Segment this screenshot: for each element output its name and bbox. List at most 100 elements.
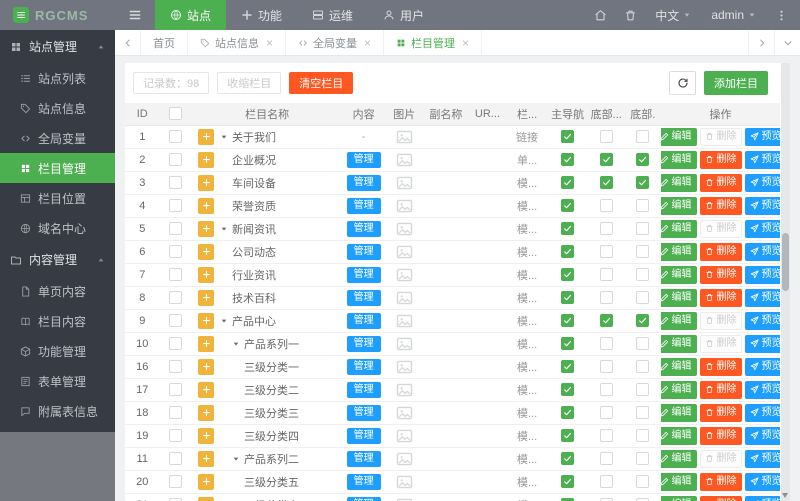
main-nav-checkbox[interactable]	[561, 337, 575, 350]
main-nav-checkbox[interactable]	[561, 153, 575, 166]
user-dropdown[interactable]: admin	[701, 0, 766, 30]
footer-nav-checkbox[interactable]	[599, 222, 613, 235]
sidebar-item[interactable]: 域名中心	[0, 213, 115, 243]
footer-checkbox[interactable]	[636, 337, 650, 350]
more-vertical-icon[interactable]	[766, 0, 796, 30]
tab-close-icon[interactable]: ×	[266, 37, 273, 49]
footer-nav-checkbox[interactable]	[599, 245, 613, 258]
main-nav-checkbox[interactable]	[561, 314, 575, 327]
nav-item-server[interactable]: 运维	[297, 0, 368, 30]
main-nav-checkbox[interactable]	[561, 475, 575, 488]
footer-checkbox[interactable]	[636, 406, 650, 419]
sidebar-item[interactable]: 栏目管理	[0, 153, 115, 183]
preview-button[interactable]: 预览	[744, 495, 780, 501]
footer-checkbox[interactable]	[636, 314, 650, 327]
delete-button[interactable]: 删除	[699, 426, 742, 445]
edit-button[interactable]: 编辑	[661, 150, 697, 169]
preview-button[interactable]: 预览	[744, 196, 780, 215]
edit-button[interactable]: 编辑	[661, 334, 697, 353]
hamburger-icon[interactable]	[115, 0, 155, 30]
delete-button[interactable]: 删除	[699, 403, 742, 422]
add-child-button[interactable]	[198, 496, 214, 501]
edit-button[interactable]: 编辑	[661, 242, 697, 261]
scrollbar-down-arrow-icon[interactable]	[782, 493, 788, 498]
main-nav-checkbox[interactable]	[561, 406, 575, 419]
language-dropdown[interactable]: 中文	[645, 0, 701, 30]
sidebar-item[interactable]: 栏目内容	[0, 306, 115, 336]
edit-button[interactable]: 编辑	[661, 449, 697, 468]
tab-close-icon[interactable]: ×	[462, 37, 469, 49]
manage-button[interactable]: 管理	[346, 427, 381, 444]
footer-nav-checkbox[interactable]	[599, 475, 613, 488]
footer-checkbox[interactable]	[636, 245, 650, 258]
edit-button[interactable]: 编辑	[661, 219, 697, 238]
edit-button[interactable]: 编辑	[661, 196, 697, 215]
preview-button[interactable]: 预览	[744, 472, 780, 491]
add-child-button[interactable]	[198, 358, 214, 375]
manage-button[interactable]: 管理	[346, 197, 381, 214]
tab[interactable]: 栏目管理 ×	[384, 30, 483, 55]
sidebar-section-1[interactable]: 内容管理	[0, 243, 115, 276]
preview-button[interactable]: 预览	[744, 150, 780, 169]
add-child-button[interactable]	[198, 312, 214, 329]
refresh-button[interactable]	[669, 71, 696, 95]
preview-button[interactable]: 预览	[744, 357, 780, 376]
delete-button[interactable]: 删除	[699, 150, 742, 169]
preview-button[interactable]: 预览	[744, 288, 780, 307]
add-child-button[interactable]	[198, 174, 214, 191]
footer-checkbox[interactable]	[636, 153, 650, 166]
footer-checkbox[interactable]	[636, 130, 650, 143]
tabs-menu-icon[interactable]	[774, 30, 800, 55]
main-nav-checkbox[interactable]	[561, 245, 575, 258]
main-nav-checkbox[interactable]	[561, 130, 575, 143]
manage-button[interactable]: 管理	[346, 266, 381, 283]
add-child-button[interactable]	[198, 427, 214, 444]
footer-checkbox[interactable]	[636, 291, 650, 304]
collapse-columns-button[interactable]: 收缩栏目	[217, 72, 282, 94]
sidebar-item[interactable]: 功能管理	[0, 336, 115, 366]
preview-button[interactable]: 预览	[744, 449, 780, 468]
row-checkbox[interactable]	[169, 176, 183, 189]
preview-button[interactable]: 预览	[744, 127, 780, 146]
main-nav-checkbox[interactable]	[561, 383, 575, 396]
app-logo[interactable]: RGCMS	[0, 0, 115, 30]
preview-button[interactable]: 预览	[744, 311, 780, 330]
row-checkbox[interactable]	[169, 291, 183, 304]
nav-item-user[interactable]: 用户	[368, 0, 439, 30]
edit-button[interactable]: 编辑	[661, 127, 697, 146]
footer-checkbox[interactable]	[636, 199, 650, 212]
edit-button[interactable]: 编辑	[661, 265, 697, 284]
preview-button[interactable]: 预览	[744, 242, 780, 261]
manage-button[interactable]: 管理	[346, 381, 381, 398]
main-nav-checkbox[interactable]	[561, 268, 575, 281]
manage-button[interactable]: 管理	[346, 312, 381, 329]
preview-button[interactable]: 预览	[744, 403, 780, 422]
footer-nav-checkbox[interactable]	[599, 406, 613, 419]
select-all-checkbox[interactable]	[169, 107, 183, 121]
main-nav-checkbox[interactable]	[561, 452, 575, 465]
manage-button[interactable]: 管理	[346, 151, 381, 168]
main-nav-checkbox[interactable]	[561, 176, 575, 189]
footer-nav-checkbox[interactable]	[599, 360, 613, 373]
sidebar-item[interactable]: 单页内容	[0, 276, 115, 306]
preview-button[interactable]: 预览	[744, 380, 780, 399]
add-child-button[interactable]	[198, 289, 214, 306]
add-child-button[interactable]	[198, 266, 214, 283]
main-nav-checkbox[interactable]	[561, 291, 575, 304]
delete-button[interactable]: 删除	[699, 380, 742, 399]
preview-button[interactable]: 预览	[744, 265, 780, 284]
tabs-scroll-right-icon[interactable]	[748, 30, 774, 55]
row-checkbox[interactable]	[169, 452, 183, 465]
delete-button[interactable]: 删除	[699, 173, 742, 192]
row-checkbox[interactable]	[169, 268, 183, 281]
footer-checkbox[interactable]	[636, 452, 650, 465]
main-nav-checkbox[interactable]	[561, 199, 575, 212]
edit-button[interactable]: 编辑	[661, 311, 697, 330]
main-nav-checkbox[interactable]	[561, 360, 575, 373]
add-child-button[interactable]	[198, 381, 214, 398]
row-checkbox[interactable]	[169, 429, 183, 442]
delete-button[interactable]: 删除	[699, 472, 742, 491]
home-icon[interactable]	[585, 0, 615, 30]
row-checkbox[interactable]	[169, 406, 183, 419]
delete-button[interactable]: 删除	[699, 357, 742, 376]
